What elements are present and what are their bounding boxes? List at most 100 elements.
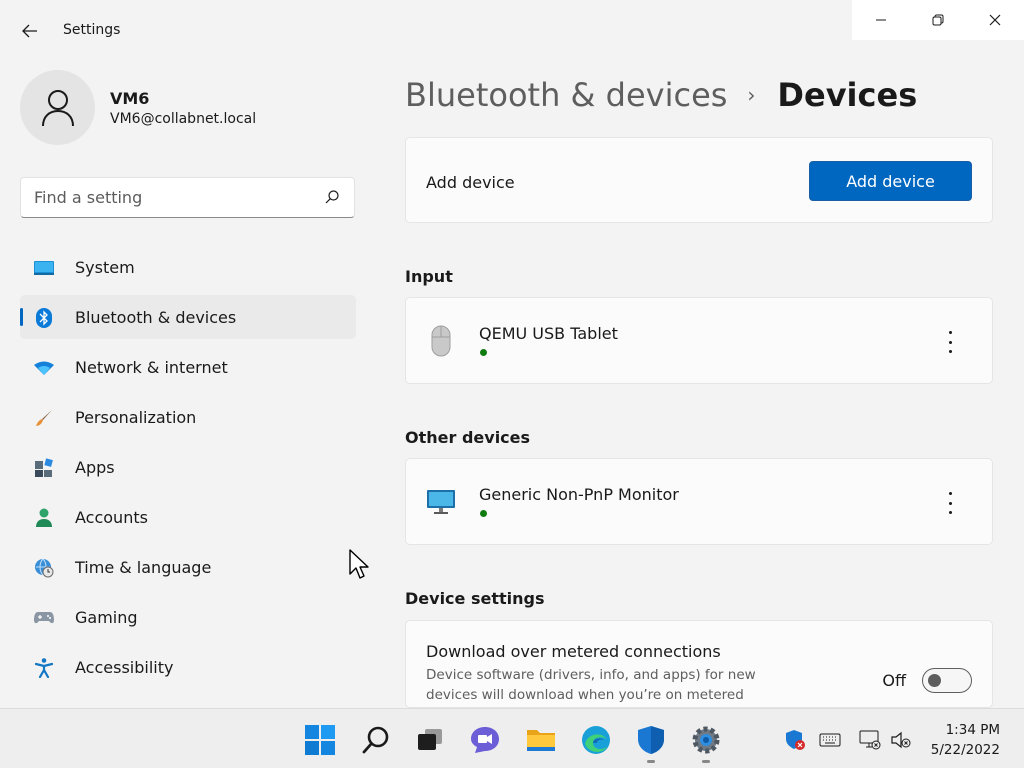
gamepad-icon	[34, 608, 54, 628]
setting-title: Download over metered connections	[426, 642, 721, 661]
setting-description: Device software (drivers, info, and apps…	[426, 667, 756, 703]
sidebar-nav: System Bluetooth & devices Network & int…	[20, 245, 356, 695]
title-bar: Settings	[0, 0, 1024, 62]
close-button[interactable]	[966, 0, 1023, 40]
more-options-button[interactable]	[944, 331, 956, 353]
more-options-button[interactable]	[944, 492, 956, 514]
taskbar-settings-button[interactable]	[687, 721, 725, 763]
network-icon	[859, 730, 881, 750]
tray-keyboard[interactable]	[819, 730, 841, 750]
tray-network[interactable]	[859, 730, 881, 750]
status-connected-dot	[480, 349, 487, 356]
device-card[interactable]: QEMU USB Tablet	[405, 297, 993, 384]
tray-security-warning[interactable]	[785, 730, 807, 750]
accessibility-icon	[34, 658, 54, 678]
sidebar-item-gaming[interactable]: Gaming	[20, 595, 356, 639]
restore-button[interactable]	[909, 0, 966, 40]
task-view-icon	[418, 729, 442, 750]
metered-toggle[interactable]	[922, 668, 972, 693]
monitor-icon	[426, 485, 456, 519]
sidebar-item-label: Bluetooth & devices	[75, 308, 237, 327]
sidebar-item-label: Accessibility	[75, 658, 174, 677]
page-title: Devices	[777, 76, 918, 114]
folder-icon	[527, 730, 555, 751]
section-title-input: Input	[405, 267, 453, 286]
tray-volume[interactable]	[890, 730, 912, 750]
globe-clock-icon	[34, 558, 54, 578]
sidebar-item-bluetooth-devices[interactable]: Bluetooth & devices	[20, 295, 356, 339]
sidebar-item-label: Gaming	[75, 608, 138, 627]
restore-icon	[932, 14, 943, 26]
device-name: Generic Non-PnP Monitor	[479, 485, 679, 504]
sidebar-item-apps[interactable]: Apps	[20, 445, 356, 489]
sidebar-item-accounts[interactable]: Accounts	[20, 495, 356, 539]
add-device-card: Add device Add device	[405, 137, 993, 223]
section-title-device-settings: Device settings	[405, 589, 545, 608]
taskbar-windows-security-button[interactable]	[632, 721, 670, 763]
arrow-left-icon	[22, 24, 37, 38]
user-profile[interactable]: VM6 VM6@collabnet.local	[20, 70, 360, 146]
sidebar-item-system[interactable]: System	[20, 245, 356, 289]
taskbar-file-explorer-button[interactable]	[522, 721, 560, 759]
search-icon	[362, 726, 389, 754]
toggle-state-label: Off	[882, 671, 906, 690]
sidebar-item-label: Personalization	[75, 408, 197, 427]
breadcrumb: Bluetooth & devices › Devices	[405, 74, 917, 116]
chevron-right-icon: ›	[747, 83, 756, 107]
security-warning-icon	[786, 730, 805, 750]
user-email: VM6@collabnet.local	[110, 111, 257, 127]
close-icon	[989, 14, 1000, 26]
search-input[interactable]	[21, 178, 321, 217]
back-button[interactable]	[14, 18, 46, 44]
search-box	[20, 177, 355, 218]
edge-icon	[582, 726, 610, 754]
volume-muted-icon	[891, 731, 911, 749]
window-controls	[852, 0, 1024, 40]
taskbar: 1:34 PM 5/22/2022	[0, 708, 1024, 768]
keyboard-icon	[819, 733, 841, 747]
sidebar-item-label: Network & internet	[75, 358, 228, 377]
sidebar-item-label: System	[75, 258, 135, 277]
metered-setting-card: Download over metered connections Device…	[405, 620, 993, 708]
minimize-button[interactable]	[852, 0, 909, 40]
running-indicator	[647, 760, 655, 763]
sidebar-item-accessibility[interactable]: Accessibility	[20, 645, 356, 689]
search-icon[interactable]	[324, 189, 340, 205]
taskbar-start-button[interactable]	[301, 721, 339, 759]
clock-time: 1:34 PM	[945, 722, 1000, 738]
sidebar-item-network-internet[interactable]: Network & internet	[20, 345, 356, 389]
taskbar-task-view-button[interactable]	[411, 721, 449, 759]
status-connected-dot	[480, 510, 487, 517]
user-name: VM6	[110, 89, 150, 108]
add-device-label: Add device	[426, 173, 515, 192]
mouse-icon	[426, 324, 456, 358]
wifi-icon	[34, 358, 54, 378]
device-name: QEMU USB Tablet	[479, 324, 618, 343]
device-card[interactable]: Generic Non-PnP Monitor	[405, 458, 993, 545]
mouse-cursor-icon	[349, 549, 369, 579]
taskbar-chat-button[interactable]	[466, 721, 504, 759]
chat-icon	[471, 727, 499, 753]
gear-icon	[692, 726, 720, 754]
toggle-knob	[928, 674, 941, 687]
accounts-icon	[34, 508, 54, 528]
sidebar-item-label: Apps	[75, 458, 115, 477]
running-indicator	[702, 760, 710, 763]
taskbar-edge-button[interactable]	[577, 721, 615, 759]
shield-icon	[638, 726, 664, 754]
clock-date: 5/22/2022	[930, 742, 1000, 758]
person-icon	[41, 89, 74, 126]
sidebar-item-label: Accounts	[75, 508, 148, 527]
breadcrumb-parent[interactable]: Bluetooth & devices	[405, 76, 727, 114]
section-title-other-devices: Other devices	[405, 428, 531, 447]
bluetooth-icon	[34, 308, 54, 328]
taskbar-search-button[interactable]	[357, 721, 395, 759]
taskbar-clock[interactable]: 1:34 PM 5/22/2022	[931, 720, 1000, 760]
add-device-button[interactable]: Add device	[809, 161, 972, 201]
sidebar-item-label: Time & language	[75, 558, 212, 577]
sidebar-item-time-language[interactable]: Time & language	[20, 545, 356, 589]
sidebar-item-personalization[interactable]: Personalization	[20, 395, 356, 439]
minimize-icon	[875, 19, 886, 21]
apps-icon	[34, 458, 54, 478]
avatar	[20, 70, 95, 145]
